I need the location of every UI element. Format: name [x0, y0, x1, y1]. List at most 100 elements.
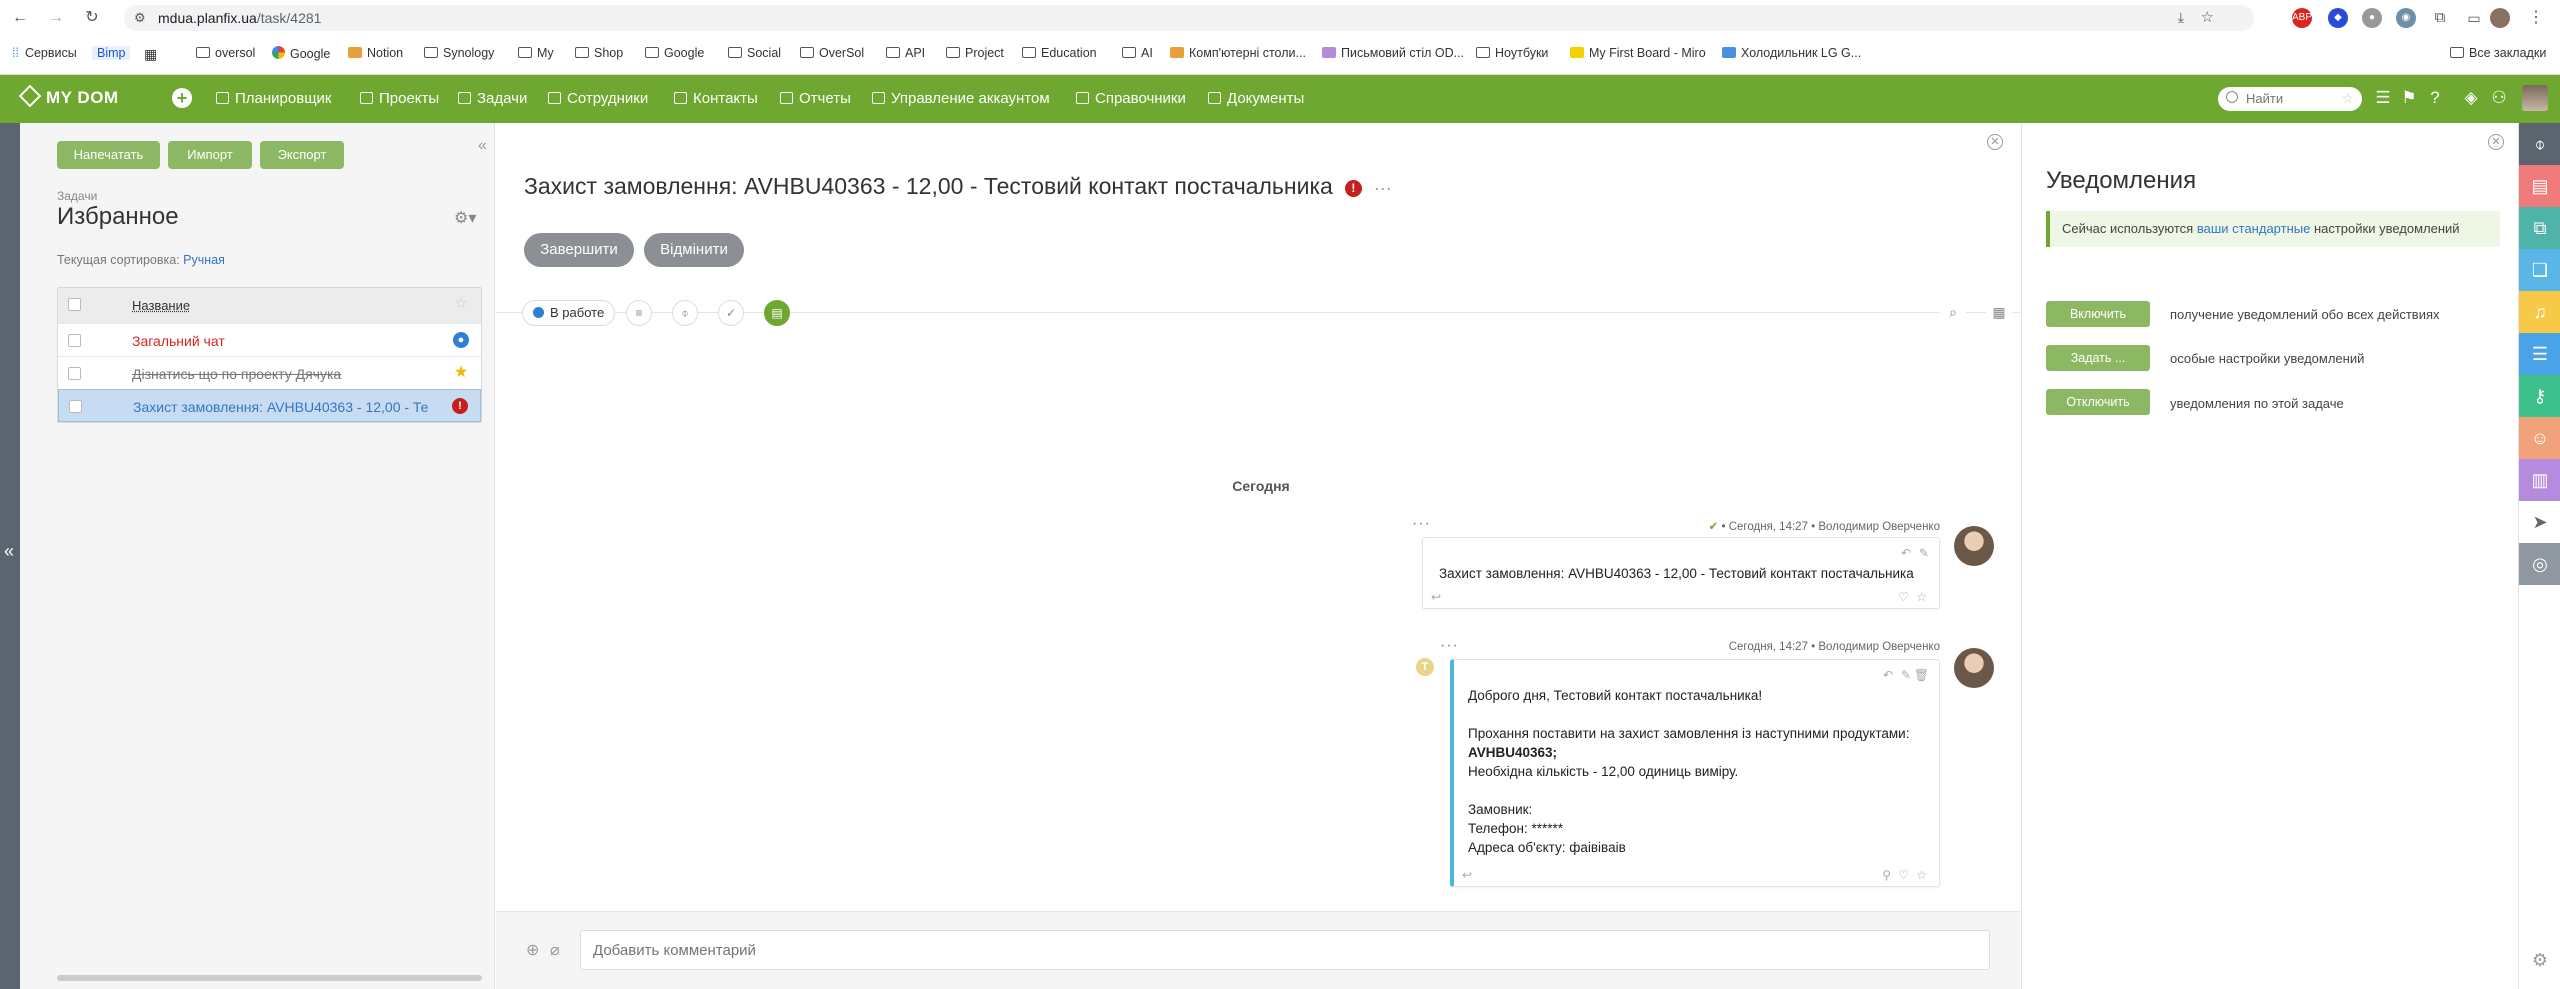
bookmark-star-icon[interactable]: ☆ [2201, 8, 2214, 26]
bookmark[interactable]: Google [272, 46, 330, 61]
projects-rail-icon[interactable]: ⧉ [2519, 207, 2560, 249]
table-row[interactable]: Дізнатись що по проекту Дячука ★ [58, 356, 481, 389]
search-icon[interactable]: ⌕ [1940, 300, 1966, 326]
add-icon[interactable]: + [172, 88, 192, 108]
table-row[interactable]: Загальний чат ● [58, 323, 481, 356]
adblock-icon[interactable]: ABP [2292, 8, 2312, 28]
key-rail-icon[interactable]: ⚷ [2519, 375, 2560, 417]
back-icon[interactable]: ← [10, 8, 30, 28]
paperclip-icon[interactable]: ⌀ [550, 940, 560, 960]
bookmark-apps[interactable]: ⁞⁞ Сервисы [12, 46, 77, 60]
custom-notifications-button[interactable]: Задать ... [2046, 345, 2150, 371]
checklist-icon[interactable]: ✓ [718, 300, 744, 326]
bookmark[interactable]: oversol [196, 46, 255, 60]
bookmark-folder[interactable]: AI [1122, 46, 1153, 60]
tasks-rail-icon[interactable]: ▤ [2519, 165, 2560, 207]
row-checkbox[interactable] [69, 400, 82, 413]
star-icon[interactable]: ☆ [1916, 868, 1927, 882]
menu-contacts[interactable]: Контакты [674, 90, 758, 107]
add-attachment-icon[interactable]: ⊕ [526, 940, 539, 960]
hamburger-icon[interactable]: ☰ [2372, 88, 2394, 108]
menu-reports[interactable]: Отчеты [780, 90, 851, 107]
delete-icon[interactable]: 🗑 [1914, 668, 1929, 682]
files-rail-icon[interactable]: ❏ [2519, 249, 2560, 291]
message-more-icon[interactable]: ··· [1412, 515, 1431, 533]
pin-icon[interactable]: ⚲ [1882, 868, 1891, 882]
like-icon[interactable]: ♡ [1898, 590, 1909, 604]
layers-icon[interactable]: ◈ [2460, 88, 2482, 108]
reply-small-icon[interactable]: ↩ [1431, 590, 1441, 604]
reply-icon[interactable]: ↶ [1901, 546, 1911, 560]
reports-rail-icon[interactable]: ▥ [2519, 459, 2560, 501]
double-chevron-left-icon[interactable]: « [4, 541, 14, 562]
address-bar[interactable]: ⚙ mdua.planfix.ua/task/4281 ⤓ ☆ [124, 5, 2254, 31]
app-logo[interactable]: MY DOM [18, 84, 119, 108]
bookmark-folder[interactable]: Synology [424, 46, 494, 60]
bookmark-folder[interactable]: API [886, 46, 925, 60]
enable-notifications-button[interactable]: Включить [2046, 301, 2150, 327]
all-bookmarks[interactable]: Все закладки [2450, 46, 2546, 60]
menu-projects[interactable]: Проекты [360, 90, 439, 107]
extension-icon[interactable]: ◉ [2396, 8, 2416, 28]
notifications-user-icon[interactable]: ⚇ [2488, 88, 2510, 108]
message-more-icon[interactable]: ··· [1440, 637, 1459, 655]
help-icon[interactable]: ? [2424, 88, 2446, 108]
star-icon[interactable]: ☆ [1916, 590, 1927, 604]
comments-icon[interactable]: ▤ [764, 300, 790, 326]
complete-button[interactable]: Завершити [524, 233, 634, 267]
bookmark-folder[interactable]: Google [645, 46, 704, 60]
star-icon[interactable]: ☆ [2341, 90, 2354, 107]
contacts-rail-icon[interactable]: ☺ [2519, 417, 2560, 459]
table-row-selected[interactable]: Захист замовлення: AVHBU40363 - 12,00 - … [58, 389, 481, 422]
bookmark-folder[interactable]: OverSol [800, 46, 864, 60]
print-button[interactable]: Напечатать [57, 141, 160, 169]
fields-rail-icon[interactable]: ⌽ [2519, 123, 2560, 165]
author-avatar[interactable] [1954, 648, 1994, 688]
select-all-checkbox[interactable] [68, 298, 81, 311]
sort-value[interactable]: Ручная [183, 253, 225, 267]
send-rail-icon[interactable]: ➤ [2519, 501, 2560, 543]
grid-icon[interactable]: ▦ [144, 46, 157, 63]
task-name[interactable]: Захист замовлення: AVHBU40363 - 12,00 - … [133, 399, 429, 415]
description-icon[interactable]: ≡ [626, 300, 652, 326]
close-icon[interactable]: ✕ [2488, 134, 2504, 150]
comment-field[interactable] [580, 930, 1990, 970]
reply-icon[interactable]: ↶ [1883, 668, 1893, 682]
horizontal-scrollbar[interactable] [57, 975, 482, 981]
menu-directories[interactable]: Справочники [1076, 90, 1186, 107]
bookmark-bimp[interactable]: Bimp [92, 46, 131, 60]
sidebar-icon[interactable]: ▭ [2464, 8, 2484, 28]
menu-employees[interactable]: Сотрудники [548, 90, 648, 107]
reply-small-icon[interactable]: ↩ [1462, 868, 1472, 882]
profile-avatar[interactable] [2490, 8, 2510, 28]
bookmark[interactable]: Письмовий стіл OD... [1322, 46, 1464, 60]
edit-icon[interactable]: ✎ [1919, 546, 1929, 560]
menu-documents[interactable]: Документы [1208, 90, 1304, 107]
bookmark-folder[interactable]: Shop [575, 46, 623, 60]
row-checkbox[interactable] [68, 367, 81, 380]
column-name-header[interactable]: Название [132, 298, 432, 313]
disable-notifications-button[interactable]: Отключить [2046, 389, 2150, 415]
star-column-icon[interactable]: ☆ [453, 296, 469, 312]
row-checkbox[interactable] [68, 334, 81, 347]
close-icon[interactable]: ✕ [1987, 134, 2003, 150]
bookmark[interactable]: Notion [348, 46, 403, 60]
edit-icon[interactable]: ✎ [1901, 668, 1911, 682]
checklist-rail-icon[interactable]: ☰ [2519, 333, 2560, 375]
cancel-task-button[interactable]: Відмінити [644, 233, 744, 267]
bookmark[interactable]: Комп'ютерні столи... [1170, 46, 1306, 60]
collapse-rail[interactable]: « [0, 123, 20, 989]
breadcrumb[interactable]: Задачи [57, 189, 97, 203]
menu-account[interactable]: Управление аккаунтом [872, 90, 1050, 107]
star-filled-icon[interactable]: ★ [453, 365, 469, 381]
shield-extension-icon[interactable]: ◆ [2328, 8, 2348, 28]
fields-icon[interactable]: ⌽ [672, 300, 698, 326]
standard-settings-link[interactable]: ваши стандартные [2197, 221, 2310, 236]
reload-icon[interactable]: ↻ [82, 8, 102, 28]
bookmark-folder[interactable]: Education [1022, 46, 1097, 60]
task-name[interactable]: Загальний чат [132, 333, 432, 349]
extension-icon[interactable]: ● [2362, 8, 2382, 28]
bookmark-folder[interactable]: Ноутбуки [1476, 46, 1548, 60]
status-badge[interactable]: В работе [522, 300, 616, 326]
menu-tasks[interactable]: Задачи [458, 90, 527, 107]
